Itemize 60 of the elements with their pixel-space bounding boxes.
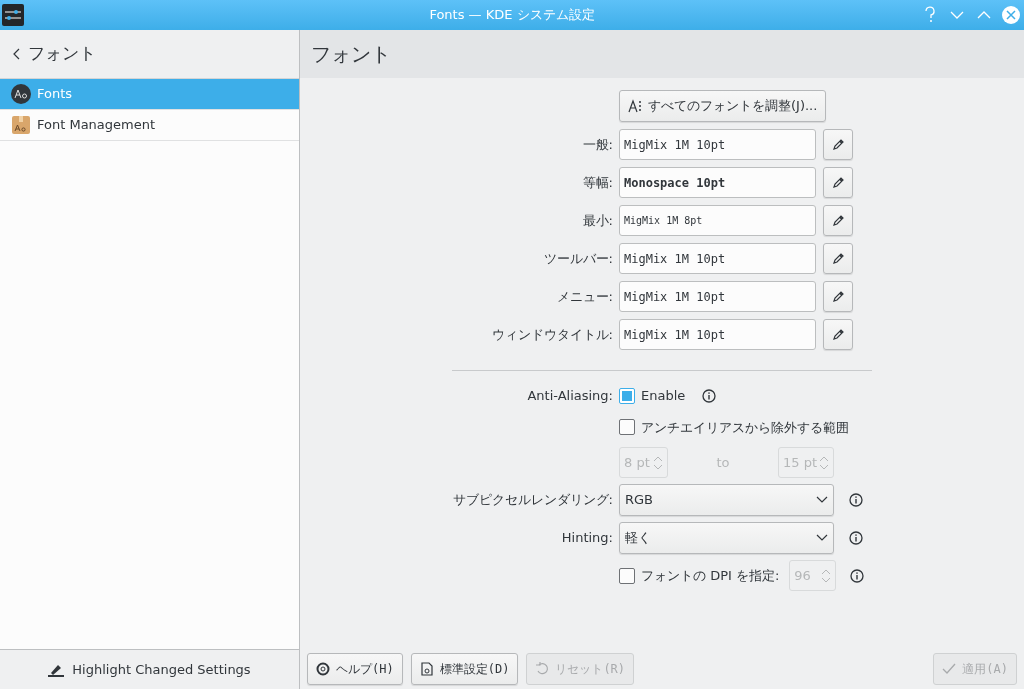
checkmark-icon: [942, 662, 957, 676]
info-icon: [702, 388, 717, 403]
help-button[interactable]: ヘルプ(H): [307, 653, 403, 685]
edit-font-button[interactable]: [823, 167, 853, 198]
defaults-button[interactable]: 標準設定(D): [410, 653, 519, 685]
chevron-down-icon: [816, 496, 828, 504]
info-icon: [850, 568, 865, 583]
pencil-icon: [832, 252, 844, 265]
field-label: Hinting:: [561, 530, 613, 546]
edit-font-button[interactable]: [823, 243, 853, 274]
lifebuoy-icon: [316, 662, 330, 676]
field-label: 最小:: [582, 212, 613, 228]
pencil-icon: [832, 138, 844, 151]
checkbox-label: Enable: [641, 387, 686, 405]
checkbox-label: フォントの DPI を指定:: [641, 566, 780, 585]
pencil-icon: [832, 328, 844, 341]
field-label: ツールバー:: [543, 250, 613, 266]
dropdown[interactable]: RGB: [619, 484, 834, 516]
highlighter-icon: [48, 662, 65, 677]
pencil-icon: [832, 290, 844, 303]
field-label: サブピクセルレンダリング:: [452, 492, 613, 508]
checkbox[interactable]: [619, 387, 635, 404]
font-icon: [11, 84, 31, 104]
field-label: 一般:: [582, 136, 613, 152]
checkbox-label: アンチエイリアスから除外する範囲: [641, 418, 849, 437]
edit-font-button[interactable]: [823, 205, 853, 236]
edit-font-button[interactable]: [823, 129, 853, 160]
back-icon[interactable]: [12, 48, 20, 60]
sidebar-header: フォント: [28, 42, 96, 66]
field-label: メニュー:: [556, 288, 613, 304]
checkbox[interactable]: [619, 567, 635, 584]
font-field[interactable]: Monospace 10pt: [619, 167, 816, 198]
box-icon: [11, 115, 31, 135]
field-label: Anti-Aliasing:: [527, 388, 613, 403]
checkbox[interactable]: [619, 419, 635, 436]
font-field[interactable]: MigMix 1M 8pt: [619, 205, 816, 236]
info-icon: [849, 531, 863, 545]
font-field[interactable]: MigMix 1M 10pt: [619, 319, 816, 350]
field-label: 等幅:: [582, 174, 613, 190]
adjust-all-fonts-button[interactable]: すべてのフォントを調整(J)...: [619, 90, 827, 122]
page-title: フォント: [311, 41, 391, 68]
window-title: Fonts — KDE システム設定: [428, 6, 596, 25]
font-field[interactable]: MigMix 1M 10pt: [619, 281, 816, 312]
highlight-changed-settings-button[interactable]: Highlight Changed Settings: [0, 649, 299, 689]
edit-font-button[interactable]: [823, 319, 853, 350]
font-field[interactable]: MigMix 1M 10pt: [619, 243, 816, 274]
document-icon: [419, 662, 434, 676]
app-icon: [2, 4, 24, 26]
undo-icon: [535, 662, 550, 676]
font-adjust-icon: [628, 99, 642, 113]
info-icon: [849, 493, 863, 507]
pencil-icon: [832, 214, 844, 227]
font-field[interactable]: MigMix 1M 10pt: [619, 129, 816, 160]
pencil-icon: [832, 176, 844, 189]
chevron-down-icon: [816, 534, 828, 542]
field-label: ウィンドウタイトル:: [491, 326, 613, 342]
sidebar-item[interactable]: Font Management: [0, 110, 299, 141]
edit-font-button[interactable]: [823, 281, 853, 312]
range-separator: to: [715, 453, 731, 472]
dropdown[interactable]: 軽く: [619, 522, 834, 554]
